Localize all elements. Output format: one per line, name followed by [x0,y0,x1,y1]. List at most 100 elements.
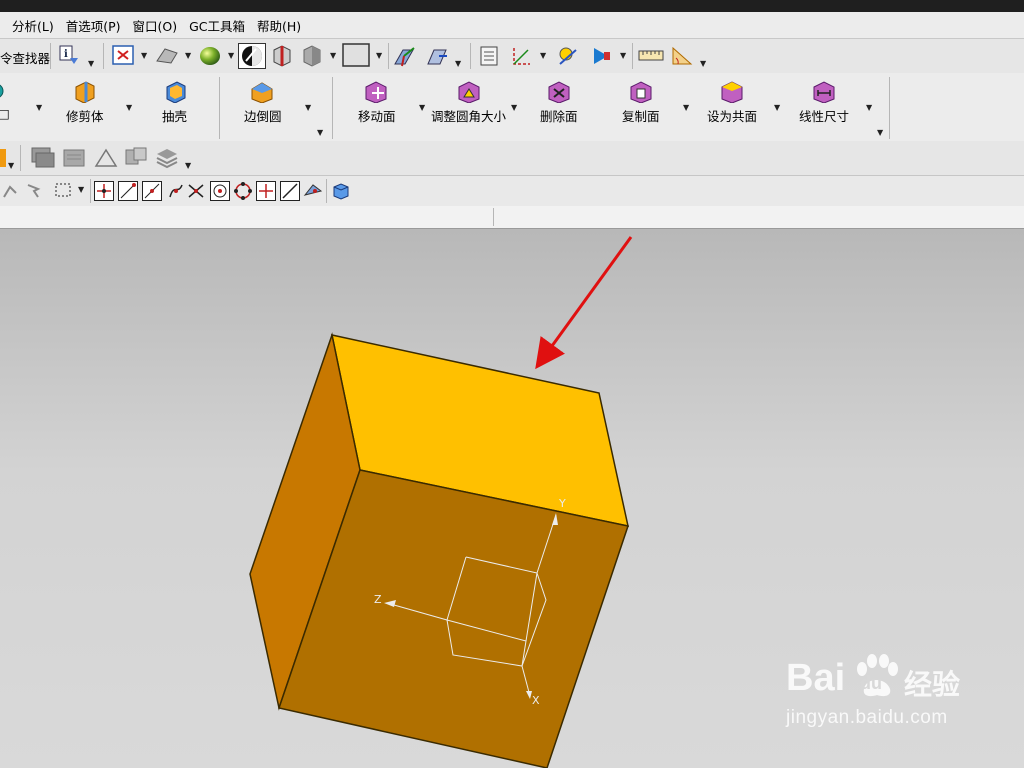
angle-measure-icon[interactable] [670,44,696,68]
toolbar-separator [332,77,333,139]
measure-dropdown-arrow[interactable]: ▼ [700,59,706,68]
resize-blend-dropdown-arrow[interactable]: ▼ [511,103,517,112]
cube-view-icon[interactable] [270,44,294,68]
snap-existing-point-icon[interactable] [256,181,276,201]
partial-orange-icon[interactable] [0,149,6,167]
surface-dropdown-arrow[interactable]: ▼ [8,161,14,170]
snap-curve-icon[interactable] [166,181,186,201]
shell-button[interactable]: 抽壳 [162,106,187,125]
make-coplanar-button[interactable]: 设为共面 [707,106,757,125]
snap-intersection-icon[interactable] [186,181,206,201]
menu-gc-toolbox[interactable]: GC工具箱 [183,16,251,35]
background-color-icon[interactable] [342,43,372,69]
snap-arc-center-icon[interactable] [210,181,230,201]
watermark-brand-cn: 经验 [904,668,961,701]
info-dropdown-arrow[interactable]: ▼ [88,59,94,68]
copy-face-icon[interactable] [628,79,654,103]
menu-help[interactable]: 帮助(H) [251,16,307,35]
toolbar-separator [470,43,471,69]
edge-blend-button[interactable]: 边倒圆 [244,106,282,125]
copy-face-button[interactable]: 复制面 [622,106,660,125]
snap-quadrant-icon[interactable] [233,181,253,201]
sheet-icon[interactable] [62,146,88,170]
snap-point-on-curve-icon[interactable] [280,181,300,201]
feature-dropdown-arrow[interactable]: ▼ [36,103,42,112]
wcs-orient-icon[interactable] [392,44,418,68]
play-macro-icon[interactable] [588,44,616,68]
delete-face-icon[interactable] [546,79,572,103]
render-style-icon[interactable] [154,45,180,67]
select-arrow-alt-icon[interactable] [24,181,44,201]
toolbar-separator [219,77,220,139]
triangle-icon[interactable] [94,146,118,170]
shell-icon[interactable] [163,79,189,103]
info-icon[interactable]: i [58,44,84,68]
linear-dimension-button[interactable]: 线性尺寸 [799,106,849,125]
trim-body-icon[interactable] [72,79,98,103]
select-arrow-icon[interactable] [0,181,20,201]
toolbar-separator [889,77,890,139]
shaded-sphere-icon[interactable] [198,45,222,67]
selection-box-dropdown-arrow[interactable]: ▼ [78,185,84,194]
edge-blend-icon[interactable] [249,79,275,103]
snap-point-on-face-icon[interactable] [303,181,323,201]
move-object-icon[interactable] [508,44,536,68]
menu-analysis[interactable]: 分析(L) [6,16,60,35]
menu-bar: 分析(L) 首选项(P) 窗口(O) GC工具箱 帮助(H) [0,12,1024,39]
standard-toolbar: 令查找器 i ▼ ▼ ▼ ▼ ▼ ▼ ▼ ▼ ▼ ▼ [0,39,1024,74]
selection-box-icon[interactable] [54,181,74,201]
layers-dropdown-arrow[interactable]: ▼ [185,161,191,170]
wcs-dynamic-icon[interactable] [425,44,451,68]
move-face-dropdown-arrow[interactable]: ▼ [419,103,425,112]
wcs-dropdown-arrow[interactable]: ▼ [455,59,461,68]
orient-view-icon[interactable] [238,43,266,69]
measure-icon[interactable] [556,44,584,68]
move-face-button[interactable]: 移动面 [358,106,396,125]
macro-dropdown-arrow[interactable]: ▼ [620,51,626,60]
edge-blend-dropdown-arrow[interactable]: ▼ [305,103,311,112]
toolbar-separator [326,179,327,203]
render-style-dropdown-arrow[interactable]: ▼ [185,51,191,60]
make-coplanar-dropdown-arrow[interactable]: ▼ [774,103,780,112]
sync-modeling-overflow-arrow[interactable]: ▼ [877,128,883,137]
move-face-icon[interactable] [363,79,389,103]
resize-blend-button[interactable]: 调整圆角大小 [431,106,506,125]
linear-dimension-dropdown-arrow[interactable]: ▼ [866,103,872,112]
snap-point-icon[interactable] [94,181,114,201]
toolbar-separator [90,179,91,203]
delete-face-button[interactable]: 删除面 [540,106,578,125]
view-dropdown-arrow[interactable]: ▼ [330,51,336,60]
partial-tool-icon[interactable] [0,81,10,101]
trim-body-dropdown-arrow[interactable]: ▼ [126,103,132,112]
annotation-arrow [535,236,633,370]
solid-cube-icon[interactable] [331,181,351,201]
trim-body-button[interactable]: 修剪体 [66,106,104,125]
menu-preferences[interactable]: 首选项(P) [60,16,127,35]
snap-midpoint-icon[interactable] [142,181,162,201]
command-finder-button[interactable]: 令查找器 [0,48,50,67]
window-title-bar [0,0,1024,12]
fit-view-dropdown-arrow[interactable]: ▼ [141,51,147,60]
fit-view-icon[interactable] [112,45,136,67]
toolbar-separator [632,43,633,69]
make-coplanar-icon[interactable] [719,79,745,103]
section-view-icon[interactable] [300,44,324,68]
copy-face-dropdown-arrow[interactable]: ▼ [683,103,689,112]
layer-settings-icon[interactable] [477,44,503,68]
group-overflow-arrow[interactable]: ▼ [317,128,323,137]
ruler-icon[interactable] [638,45,664,67]
watermark-brand-left: Bai [786,657,846,699]
graphics-tab-strip [0,206,1024,230]
graphics-viewport[interactable]: Y Z X Bai du 经验 jingyan.baidu.com [0,229,1024,768]
layer-stack-icon[interactable] [30,146,56,170]
snap-endpoint-icon[interactable] [118,181,138,201]
resize-blend-icon[interactable] [456,79,482,103]
x-axis-label: X [532,694,540,707]
move-dropdown-arrow[interactable]: ▼ [540,51,546,60]
drawing-sheet-icon[interactable] [124,146,150,170]
stacked-layers-icon[interactable] [155,146,181,170]
sphere-dropdown-arrow[interactable]: ▼ [228,51,234,60]
linear-dimension-icon[interactable] [811,79,837,103]
menu-window[interactable]: 窗口(O) [127,16,184,35]
background-dropdown-arrow[interactable]: ▼ [376,51,382,60]
